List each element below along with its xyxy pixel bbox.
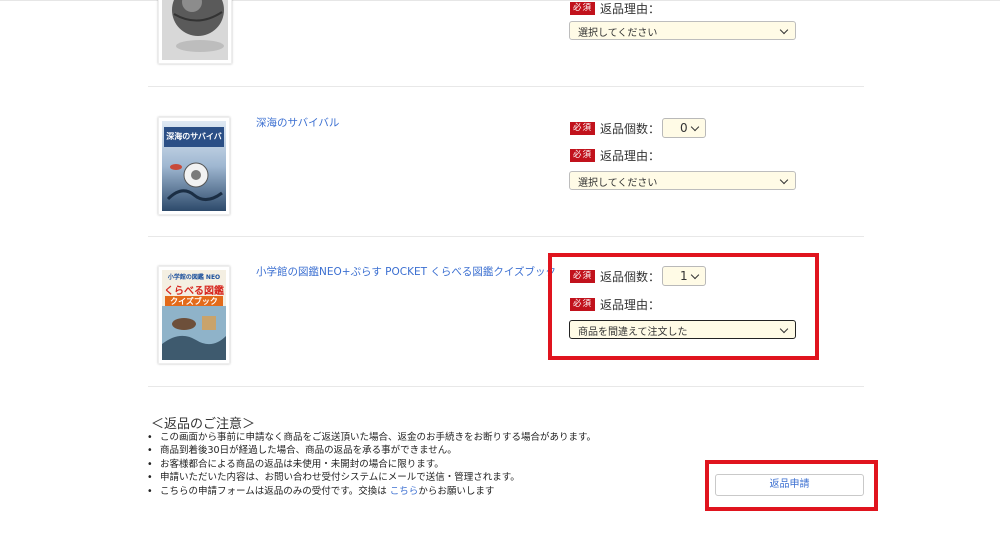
cover-illustration-icon	[166, 162, 223, 201]
item-divider	[148, 236, 864, 237]
item-divider	[148, 386, 864, 387]
reason-select-2[interactable]: 選択してください	[569, 171, 796, 190]
chevron-down-icon	[690, 122, 700, 132]
qty-select-value: 0	[680, 121, 688, 135]
cover-title: 深海のサバイバル	[164, 127, 224, 147]
sphere-image-icon	[162, 0, 228, 60]
qty-select-2[interactable]: 0	[662, 118, 707, 138]
qty-label: 返品個数：	[600, 121, 661, 136]
reason-row-2: 必須 返品理由：	[570, 147, 660, 164]
notice-item: この画面から事前に申請なく商品をご返送頂いた場合、返金のお手続きをお断りする場合…	[147, 431, 596, 445]
notice-item-exchange: こちらの申請フォームは返品のみの受付です。交換は こちらからお願いします	[147, 485, 596, 499]
notice-text: こちらの申請フォームは返品のみの受付です。交換は	[160, 485, 390, 497]
product-thumbnail-1	[158, 0, 232, 64]
notice-item: 商品到着後30日が経過した場合、商品の返品を承る事ができません。	[147, 444, 596, 458]
annotation-highlight-box	[548, 253, 819, 360]
required-badge: 必須	[570, 149, 596, 162]
reason-row-1: 必須 返品理由：	[570, 0, 660, 17]
product-title-link-3[interactable]: 小学館の図鑑NEO+ぷらす POCKET くらべる図鑑クイズブック	[256, 264, 556, 279]
exchange-link[interactable]: こちら	[390, 486, 419, 497]
annotation-highlight-box	[705, 460, 878, 511]
required-badge: 必須	[570, 2, 596, 15]
notice-title: ＜返品のご注意＞	[151, 417, 256, 432]
product-title-link-2[interactable]: 深海のサバイバル	[256, 115, 339, 130]
product-thumbnail-2: 深海のサバイバル	[158, 117, 230, 215]
top-border	[0, 0, 1000, 1]
reason-select-value: 選択してください	[578, 28, 658, 39]
chevron-down-icon	[779, 175, 789, 185]
notice-text: からお願いします	[418, 485, 495, 497]
cover-title: くらべる図鑑	[164, 286, 224, 297]
notice-list: この画面から事前に申請なく商品をご返送頂いた場合、返金のお手続きをお断りする場合…	[147, 431, 596, 498]
product-thumbnail-3: 小学館の図鑑 NEO くらべる図鑑 クイズブック	[158, 266, 230, 364]
reason-select-value: 選択してください	[578, 178, 658, 189]
reason-label: 返品理由：	[600, 149, 661, 163]
cover-series: 小学館の図鑑 NEO	[167, 274, 221, 281]
reason-label: 返品理由：	[600, 2, 661, 16]
chevron-down-icon	[779, 25, 789, 35]
cover-illustration-icon	[162, 306, 226, 360]
required-badge: 必須	[570, 121, 596, 135]
notice-item: 申請いただいた内容は、お問い合わせ受付システムにメールで送信・管理されます。	[147, 471, 596, 485]
item-divider	[148, 86, 864, 87]
notice-item: お客様都合による商品の返品は未使用・未開封の場合に限ります。	[147, 458, 596, 472]
qty-row-2: 必須 返品個数： 0	[570, 118, 707, 138]
reason-select-1[interactable]: 選択してください	[569, 21, 796, 40]
